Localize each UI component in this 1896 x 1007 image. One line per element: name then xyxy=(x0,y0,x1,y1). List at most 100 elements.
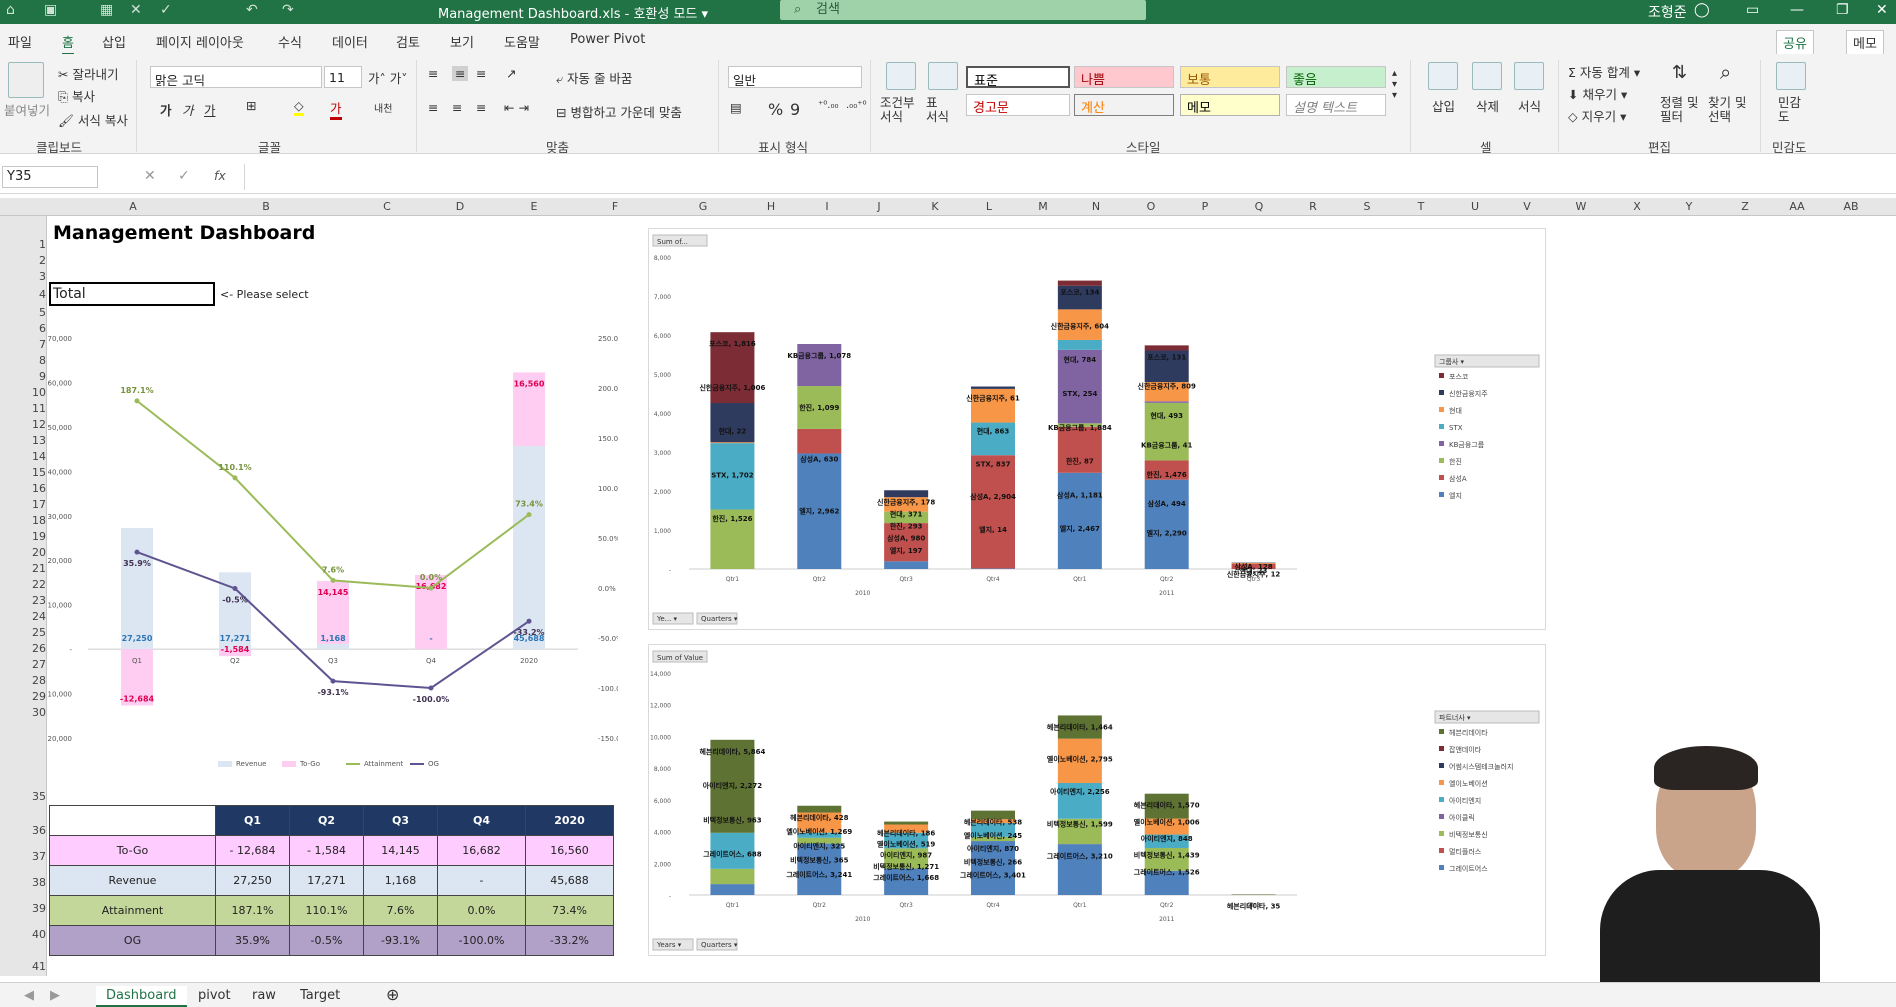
row-header[interactable]: 4 xyxy=(28,288,46,301)
table-cell[interactable]: 7.6% xyxy=(363,895,438,926)
cancel-icon[interactable]: ✕ xyxy=(144,168,156,184)
style-explanatory[interactable]: 설명 텍스트 xyxy=(1286,94,1386,116)
table-format-icon[interactable] xyxy=(928,62,958,90)
row-header[interactable]: 21 xyxy=(28,562,46,575)
row-header[interactable]: 9 xyxy=(28,370,46,383)
row-header[interactable]: 2 xyxy=(28,254,46,267)
align-bottom-icon[interactable]: ≡ xyxy=(476,66,486,81)
undo-icon[interactable]: ↶ xyxy=(246,2,258,18)
row-header[interactable]: 38 xyxy=(28,876,46,889)
row-header[interactable]: 3 xyxy=(28,270,46,283)
search-box[interactable]: ⌕ 검색 xyxy=(780,0,1146,20)
copy-button[interactable]: ⎘ 복사 xyxy=(58,86,95,105)
column-header[interactable]: B xyxy=(251,200,281,213)
tab-insert[interactable]: 삽입 xyxy=(102,32,126,51)
cut-button[interactable]: ✂ 잘라내기 xyxy=(58,64,118,83)
column-header[interactable]: M xyxy=(1028,200,1058,213)
format-painter-button[interactable]: 🖌 서식 복사 xyxy=(58,110,128,129)
tab-power-pivot[interactable]: Power Pivot xyxy=(570,32,645,47)
format-as-table-button[interactable]: 표 서식 xyxy=(926,96,949,124)
row-label[interactable]: Revenue xyxy=(49,865,216,896)
row-header[interactable]: 7 xyxy=(28,338,46,351)
table-cell[interactable]: 17,271 xyxy=(289,865,364,896)
column-header[interactable]: I xyxy=(812,200,842,213)
sheet-tab-target[interactable]: Target xyxy=(290,986,350,1005)
align-middle-icon[interactable]: ≡ xyxy=(452,66,469,81)
column-header[interactable]: W xyxy=(1566,200,1596,213)
conditional-format-icon[interactable] xyxy=(886,62,916,90)
column-header[interactable]: S xyxy=(1352,200,1382,213)
column-header[interactable]: R xyxy=(1298,200,1328,213)
increase-decimal-icon[interactable]: ⁺⁰.₀₀ xyxy=(818,100,838,111)
font-name-select[interactable]: 맑은 고딕 xyxy=(150,66,322,88)
quick-access-icon[interactable]: ✓ xyxy=(160,2,172,18)
column-header[interactable]: Y xyxy=(1674,200,1704,213)
row-header[interactable]: 6 xyxy=(28,322,46,335)
table-cell[interactable]: 0.0% xyxy=(437,895,526,926)
table-cell[interactable]: -100.0% xyxy=(437,925,526,956)
table-cell[interactable]: 27,250 xyxy=(215,865,290,896)
style-neutral[interactable]: 보통 xyxy=(1180,66,1280,88)
tab-review[interactable]: 검토 xyxy=(396,32,420,51)
row-label[interactable]: To-Go xyxy=(49,835,216,866)
column-header[interactable]: Z xyxy=(1730,200,1760,213)
column-header[interactable]: L xyxy=(974,200,1004,213)
accounting-icon[interactable]: ▤ xyxy=(730,100,742,115)
sheet-tab-pivot[interactable]: pivot xyxy=(188,986,241,1005)
name-box[interactable]: Y35 xyxy=(2,166,98,188)
insert-cells-icon[interactable] xyxy=(1428,62,1458,90)
wrap-text-button[interactable]: ⤶ 자동 줄 바꿈 xyxy=(556,68,632,87)
sheet-tab-dashboard[interactable]: Dashboard xyxy=(96,986,187,1007)
function-icon[interactable]: fx xyxy=(214,168,226,183)
row-header[interactable]: 12 xyxy=(28,418,46,431)
row-header[interactable]: 39 xyxy=(28,902,46,915)
grow-font-button[interactable]: 가˄ 가˅ xyxy=(368,68,407,87)
fill-button[interactable]: ⬇ 채우기 ▾ xyxy=(1568,84,1627,103)
pivot-chart-1[interactable]: Sum of... 8,000 7,000 6,000 5,000 4,000 3,000 2… xyxy=(648,228,1546,630)
row-header[interactable]: 17 xyxy=(28,498,46,511)
delete-cells-icon[interactable] xyxy=(1472,62,1502,90)
delete-cells-button[interactable]: 삭제 xyxy=(1476,96,1499,115)
orientation-icon[interactable]: ↗ xyxy=(506,66,516,81)
tab-page-layout[interactable]: 페이지 레이아웃 xyxy=(156,32,244,51)
row-label[interactable]: Attainment xyxy=(49,895,216,926)
table-cell[interactable]: 110.1% xyxy=(289,895,364,926)
enter-icon[interactable]: ✓ xyxy=(178,168,190,184)
decrease-decimal-icon[interactable]: .₀₀⁺⁰ xyxy=(846,100,866,111)
border-icon[interactable]: ⊞ xyxy=(246,98,256,113)
table-cell[interactable]: 73.4% xyxy=(525,895,614,926)
column-header[interactable]: E xyxy=(519,200,549,213)
row-header[interactable]: 20 xyxy=(28,546,46,559)
table-cell[interactable]: 14,145 xyxy=(363,835,438,866)
column-header[interactable]: P xyxy=(1190,200,1220,213)
column-header[interactable]: Q xyxy=(1244,200,1274,213)
table-cell[interactable]: - xyxy=(437,865,526,896)
autosum-button[interactable]: Σ 자동 합계 ▾ xyxy=(1568,62,1640,81)
column-header[interactable]: D xyxy=(445,200,475,213)
row-header[interactable]: 19 xyxy=(28,530,46,543)
row-header[interactable]: 14 xyxy=(28,450,46,463)
pivot-chart-2[interactable]: Sum of Value 14,000 12,000 10,000 8,000 6,000… xyxy=(648,644,1546,956)
table-cell[interactable]: 45,688 xyxy=(525,865,614,896)
format-cells-button[interactable]: 서식 xyxy=(1518,96,1541,115)
column-header[interactable]: C xyxy=(372,200,402,213)
row-header[interactable]: 24 xyxy=(28,610,46,623)
table-cell[interactable]: 1,168 xyxy=(363,865,438,896)
column-header[interactable]: J xyxy=(864,200,894,213)
restore-icon[interactable]: ❐ xyxy=(1836,2,1849,18)
comments-button[interactable]: 메모 xyxy=(1846,30,1884,55)
column-header[interactable]: A xyxy=(118,200,148,213)
tab-home[interactable]: 홈 xyxy=(62,32,74,56)
bold-button[interactable]: 가 xyxy=(160,100,172,119)
paste-icon[interactable] xyxy=(8,62,44,98)
column-header[interactable]: G xyxy=(688,200,718,213)
sort-filter-icon[interactable]: ⇅ xyxy=(1672,62,1687,83)
row-header[interactable]: 30 xyxy=(28,706,46,719)
avatar[interactable]: ◯ xyxy=(1694,2,1710,18)
column-header[interactable]: U xyxy=(1460,200,1490,213)
row-header[interactable]: 28 xyxy=(28,674,46,687)
row-header[interactable]: 41 xyxy=(28,960,46,973)
font-color-icon[interactable]: 가 xyxy=(330,98,342,120)
indent-icon[interactable]: ⇤ ⇥ xyxy=(504,100,529,115)
phonetic-icon[interactable]: 내천 xyxy=(374,100,392,115)
